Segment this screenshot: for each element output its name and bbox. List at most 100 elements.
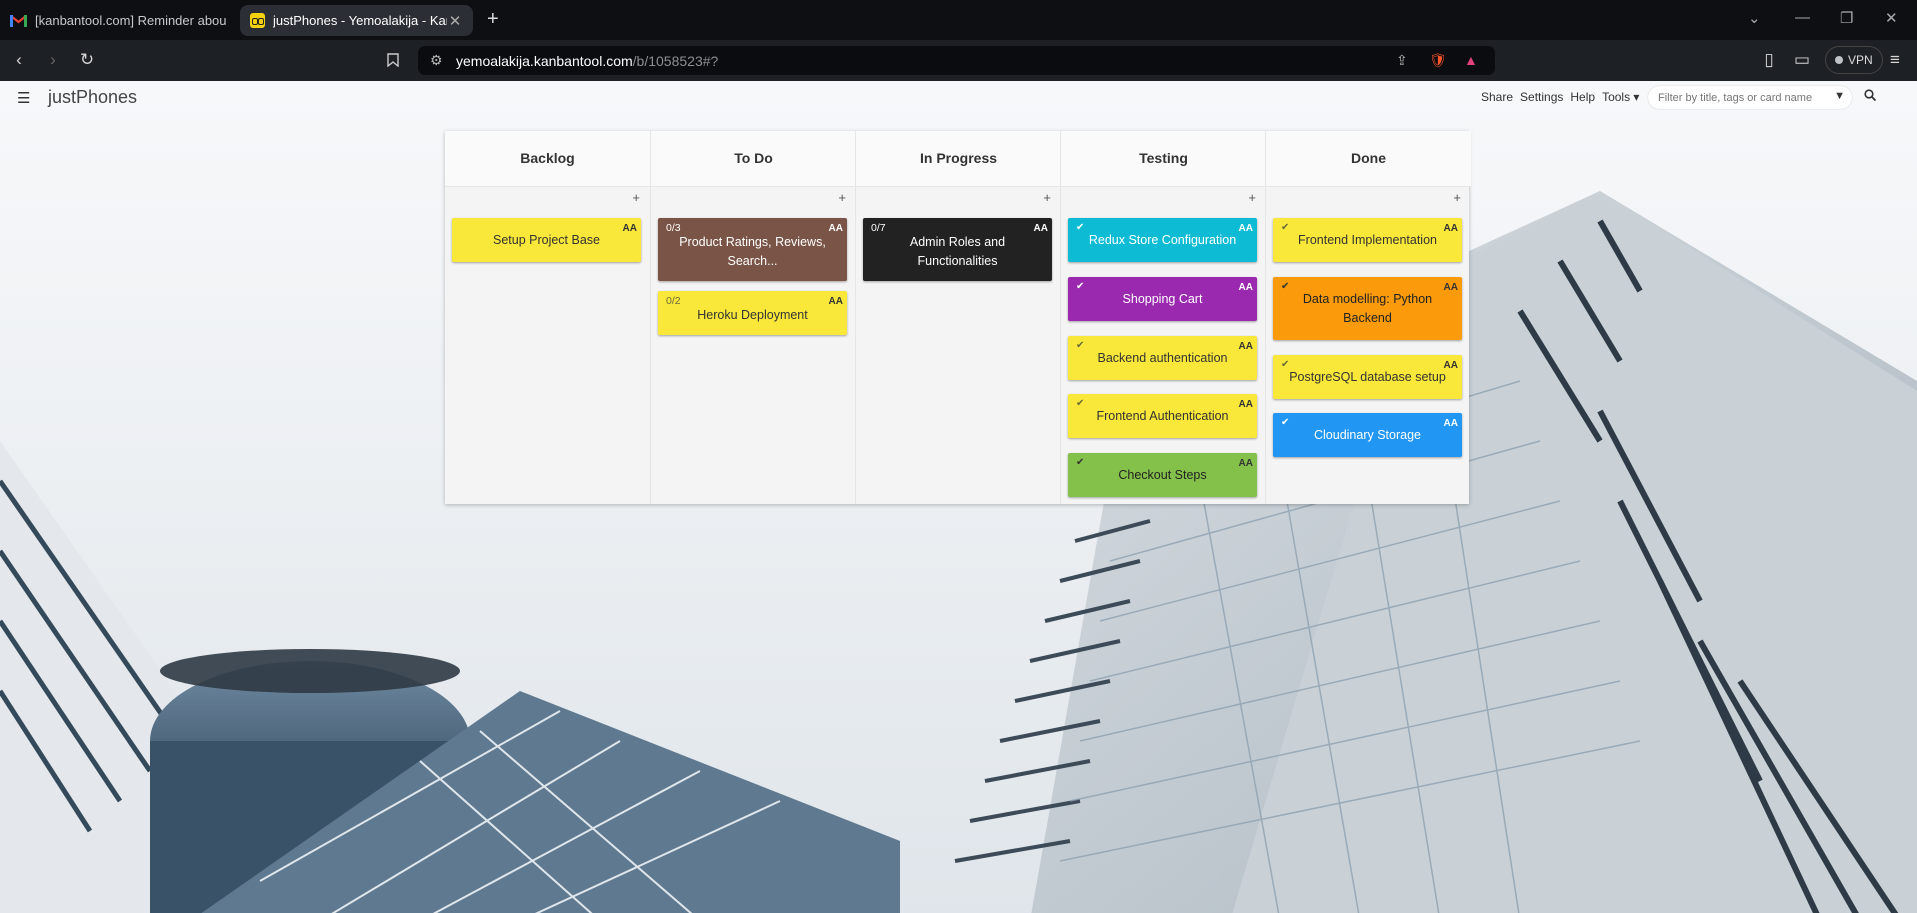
close-tab-icon[interactable]: ✕ bbox=[447, 12, 463, 30]
board-links: Share Settings Help Tools ▾ bbox=[1481, 90, 1639, 104]
kanban-page: ☰ justPhones Share Settings Help Tools ▾… bbox=[0, 81, 1917, 913]
filter-funnel-icon[interactable]: ▼ bbox=[1834, 90, 1845, 102]
done-check-icon: ✔ bbox=[1076, 457, 1085, 468]
card[interactable]: ✔ AA Checkout Steps bbox=[1068, 453, 1257, 497]
card[interactable]: ✔ AA Cloudinary Storage bbox=[1273, 413, 1462, 457]
done-check-icon: ✔ bbox=[1281, 359, 1290, 370]
done-check-icon: ✔ bbox=[1076, 398, 1085, 409]
search-icon[interactable] bbox=[1864, 89, 1877, 104]
card[interactable]: ✔ AA Frontend Implementation bbox=[1273, 218, 1462, 262]
card-title: Redux Store Configuration bbox=[1088, 232, 1237, 247]
bookmark-icon[interactable] bbox=[382, 49, 404, 71]
column-title: In Progress bbox=[856, 131, 1061, 187]
site-settings-icon[interactable]: ⚙ bbox=[430, 52, 443, 69]
card-title: Shopping Cart bbox=[1122, 291, 1203, 306]
done-check-icon: ✔ bbox=[1076, 222, 1085, 233]
column-in-progress: In Progress + 0/7 AA Admin Roles and Fun… bbox=[855, 131, 1061, 504]
tab-title: [kanbantool.com] Reminder about an bbox=[35, 13, 226, 28]
assignee-badge: AA bbox=[1238, 282, 1253, 293]
reload-icon[interactable]: ↻ bbox=[76, 49, 98, 71]
board-header: ☰ justPhones Share Settings Help Tools ▾… bbox=[0, 81, 1917, 115]
board-title: justPhones bbox=[48, 87, 138, 107]
card[interactable]: 0/7 AA Admin Roles and Functionalities bbox=[863, 218, 1052, 281]
hamburger-menu-icon[interactable]: ☰ bbox=[17, 89, 30, 107]
column-title: To Do bbox=[651, 131, 856, 187]
url-host: yemoalakija.kanbantool.com bbox=[456, 52, 633, 69]
card-title: PostgreSQL database setup bbox=[1289, 369, 1446, 384]
add-card-icon[interactable]: + bbox=[632, 190, 640, 205]
browser-tab-strip: [kanbantool.com] Reminder about an justP… bbox=[0, 0, 1917, 40]
card-title: Frontend Authentication bbox=[1096, 408, 1229, 423]
subtask-count: 0/7 bbox=[871, 222, 886, 234]
address-bar[interactable]: ⚙ yemoalakija.kanbantool.com/b/1058523#?… bbox=[418, 46, 1495, 75]
assignee-badge: AA bbox=[1443, 360, 1458, 371]
vpn-status-icon bbox=[1835, 56, 1843, 64]
card[interactable]: 0/3 AA Product Ratings, Reviews, Search.… bbox=[658, 218, 847, 281]
subtask-count: 0/2 bbox=[666, 295, 681, 307]
kanbantool-icon bbox=[250, 13, 265, 28]
back-icon[interactable]: ‹ bbox=[8, 49, 30, 71]
gmail-icon bbox=[10, 14, 27, 27]
browser-tab-kanbantool[interactable]: justPhones - Yemoalakija - Kanban ✕ bbox=[240, 5, 473, 36]
column-title: Testing bbox=[1061, 131, 1266, 187]
minimize-icon[interactable]: — bbox=[1795, 9, 1810, 26]
done-check-icon: ✔ bbox=[1076, 281, 1085, 292]
filter-input[interactable] bbox=[1656, 90, 1830, 105]
card[interactable]: ✔ AA Frontend Authentication bbox=[1068, 394, 1257, 438]
card[interactable]: ✔ AA Shopping Cart bbox=[1068, 277, 1257, 321]
browser-tab-gmail[interactable]: [kanbantool.com] Reminder about an bbox=[0, 5, 236, 36]
brave-shields-icon[interactable]: 🛡 bbox=[1429, 52, 1447, 69]
vpn-button[interactable]: VPN bbox=[1825, 46, 1883, 74]
assignee-badge: AA bbox=[622, 223, 637, 234]
assignee-badge: AA bbox=[1033, 223, 1048, 234]
card[interactable]: AA Setup Project Base bbox=[452, 218, 641, 262]
add-card-icon[interactable]: + bbox=[838, 190, 846, 205]
filter-box: ▼ bbox=[1648, 86, 1852, 109]
assignee-badge: AA bbox=[1443, 223, 1458, 234]
card[interactable]: ✔ AA PostgreSQL database setup bbox=[1273, 355, 1462, 399]
add-card-icon[interactable]: + bbox=[1453, 190, 1461, 205]
column-title: Done bbox=[1266, 131, 1471, 187]
share-link[interactable]: Share bbox=[1481, 90, 1513, 104]
assignee-badge: AA bbox=[1238, 458, 1253, 469]
subtask-count: 0/3 bbox=[666, 222, 681, 234]
sidebar-icon[interactable]: ▯ bbox=[1758, 49, 1780, 71]
card-title: Product Ratings, Reviews, Search... bbox=[679, 235, 826, 268]
add-card-icon[interactable]: + bbox=[1043, 190, 1051, 205]
assignee-badge: AA bbox=[1443, 418, 1458, 429]
column-backlog: Backlog + AA Setup Project Base bbox=[445, 131, 650, 504]
card[interactable]: ✔ AA Backend authentication bbox=[1068, 336, 1257, 380]
assignee-badge: AA bbox=[828, 223, 843, 234]
card[interactable]: 0/2 AA Heroku Deployment bbox=[658, 291, 847, 335]
column-todo: To Do + 0/3 AA Product Ratings, Reviews,… bbox=[650, 131, 856, 504]
card-title: Backend authentication bbox=[1097, 350, 1228, 365]
restore-icon[interactable]: ❐ bbox=[1840, 9, 1853, 27]
help-link[interactable]: Help bbox=[1570, 90, 1595, 104]
wallet-icon[interactable]: ▭ bbox=[1791, 49, 1813, 71]
kanban-board: Backlog + AA Setup Project Base To Do + … bbox=[445, 131, 1471, 504]
share-icon[interactable]: ⇪ bbox=[1396, 52, 1408, 69]
card-title: Checkout Steps bbox=[1118, 467, 1207, 482]
add-card-icon[interactable]: + bbox=[1248, 190, 1256, 205]
url-path: /b/1058523#? bbox=[632, 52, 719, 69]
card-title: Cloudinary Storage bbox=[1313, 427, 1421, 442]
menu-icon[interactable]: ≡ bbox=[1884, 49, 1906, 71]
column-testing: Testing + ✔ AA Redux Store Configuration… bbox=[1060, 131, 1266, 504]
new-tab-icon[interactable]: + bbox=[487, 8, 499, 31]
card[interactable]: ✔ AA Redux Store Configuration bbox=[1068, 218, 1257, 262]
tab-title: justPhones - Yemoalakija - Kanban bbox=[273, 13, 447, 28]
tools-menu[interactable]: Tools ▾ bbox=[1602, 90, 1639, 104]
brave-rewards-icon[interactable]: ▲ bbox=[1464, 52, 1478, 68]
card[interactable]: ✔ AA Data modelling: Python Backend bbox=[1273, 277, 1462, 340]
tab-search-icon[interactable]: ⌄ bbox=[1748, 9, 1761, 27]
card-title: Frontend Implementation bbox=[1298, 232, 1437, 247]
done-check-icon: ✔ bbox=[1281, 222, 1290, 233]
close-window-icon[interactable]: ✕ bbox=[1885, 9, 1898, 27]
assignee-badge: AA bbox=[828, 296, 843, 307]
done-check-icon: ✔ bbox=[1076, 340, 1085, 351]
done-check-icon: ✔ bbox=[1281, 281, 1290, 292]
assignee-badge: AA bbox=[1238, 223, 1253, 234]
forward-icon[interactable]: › bbox=[42, 49, 64, 71]
card-title: Heroku Deployment bbox=[697, 308, 808, 322]
settings-link[interactable]: Settings bbox=[1520, 90, 1563, 104]
